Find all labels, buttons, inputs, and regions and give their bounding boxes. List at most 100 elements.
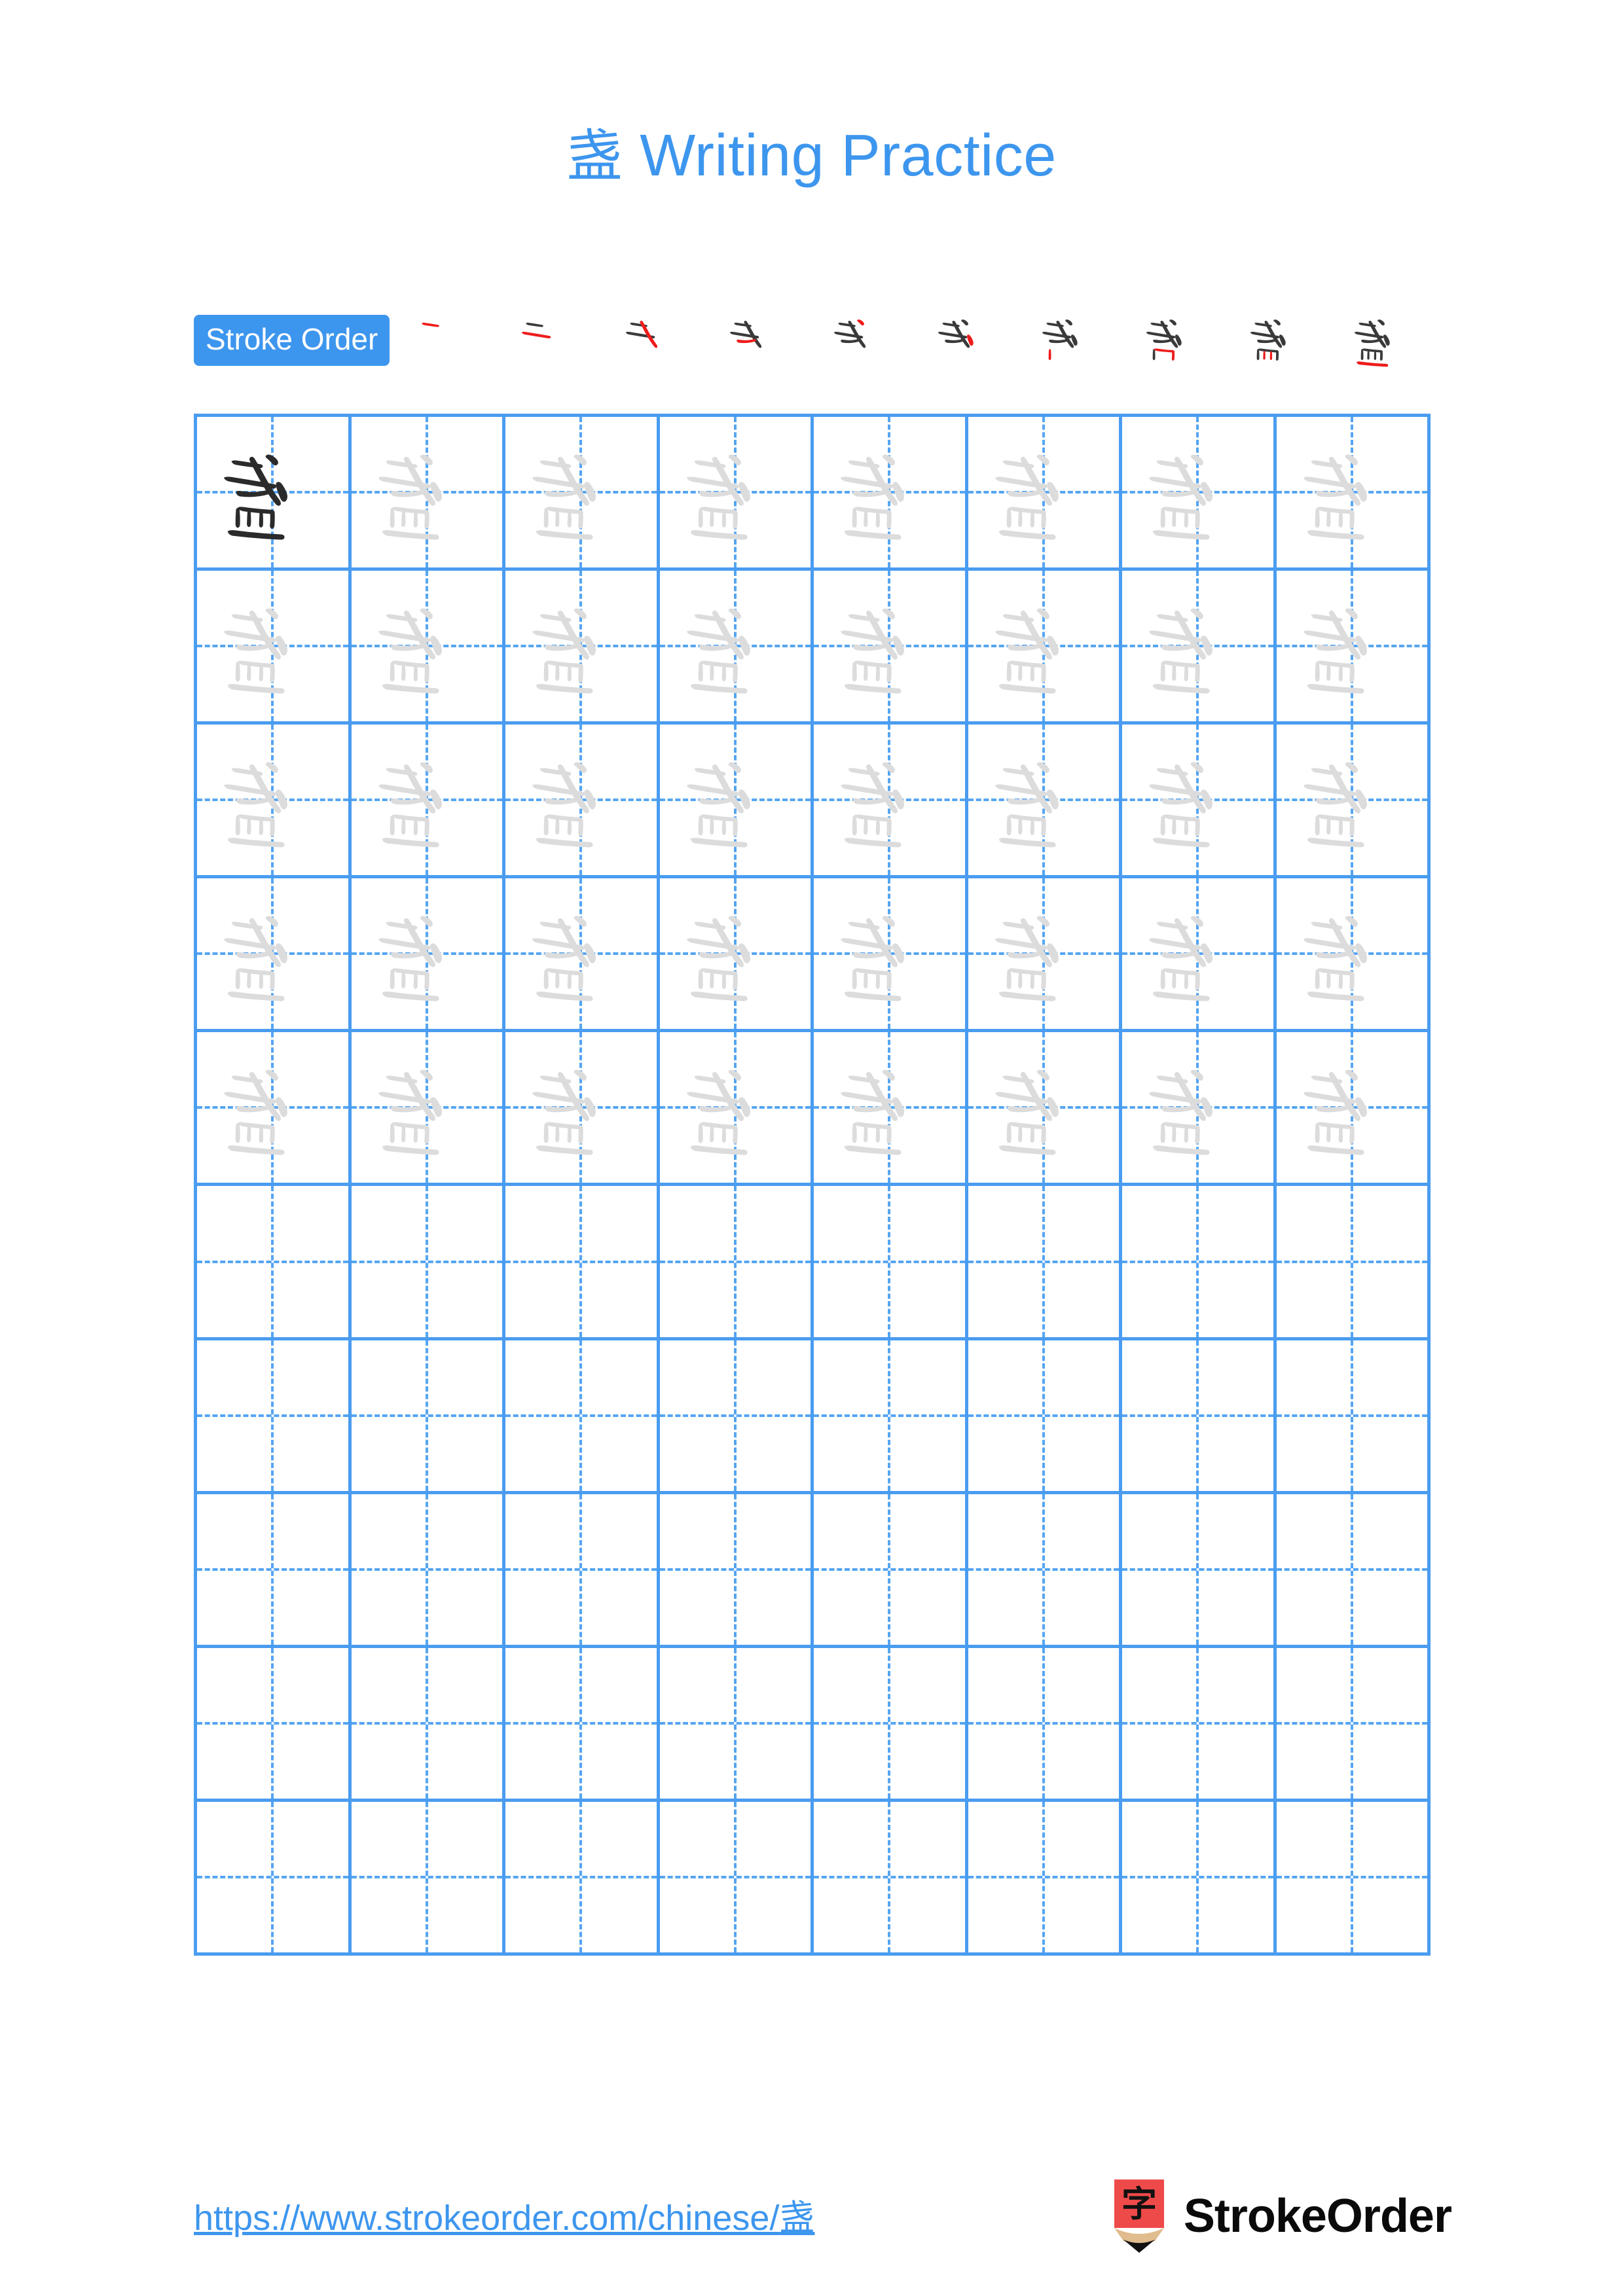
practice-cell-r1-c6[interactable] bbox=[968, 417, 1122, 571]
practice-cell-r3-c5[interactable] bbox=[814, 725, 968, 879]
practice-cell-r10-c1[interactable] bbox=[197, 1801, 352, 1956]
practice-cell-r8-c5[interactable] bbox=[814, 1494, 968, 1648]
practice-cell-r6-c7[interactable] bbox=[1122, 1186, 1277, 1340]
practice-cell-r7-c3[interactable] bbox=[505, 1340, 660, 1494]
practice-cell-r2-c2[interactable] bbox=[351, 571, 505, 725]
practice-cell-r9-c4[interactable] bbox=[659, 1647, 814, 1802]
stroke-path bbox=[690, 530, 748, 540]
practice-cell-r7-c2[interactable] bbox=[351, 1340, 505, 1494]
practice-cell-r3-c6[interactable] bbox=[968, 725, 1122, 879]
source-url-link[interactable]: https://www.strokeorder.com/chinese/盏 bbox=[194, 2189, 814, 2240]
practice-cell-r6-c4[interactable] bbox=[659, 1186, 814, 1340]
practice-cell-r3-c1[interactable] bbox=[197, 725, 352, 879]
practice-cell-r1-c2[interactable] bbox=[351, 417, 505, 571]
practice-cell-r10-c2[interactable] bbox=[351, 1801, 505, 1956]
practice-cell-r7-c8[interactable] bbox=[1276, 1340, 1431, 1494]
practice-cell-r6-c2[interactable] bbox=[351, 1186, 505, 1340]
practice-cell-r3-c7[interactable] bbox=[1122, 725, 1277, 879]
practice-cell-r6-c6[interactable] bbox=[968, 1186, 1122, 1340]
practice-cell-r6-c8[interactable] bbox=[1276, 1186, 1431, 1340]
practice-cell-r5-c3[interactable] bbox=[505, 1032, 660, 1187]
practice-cell-r2-c1[interactable] bbox=[197, 571, 352, 725]
stroke-path bbox=[1007, 490, 1042, 497]
practice-cell-r9-c6[interactable] bbox=[968, 1647, 1122, 1802]
stroke-path bbox=[700, 1122, 738, 1145]
practice-cell-r1-c5[interactable] bbox=[814, 417, 968, 571]
practice-cell-r4-c3[interactable] bbox=[505, 878, 660, 1033]
practice-cell-r10-c7[interactable] bbox=[1122, 1801, 1277, 1956]
practice-cell-r3-c4[interactable] bbox=[659, 725, 814, 879]
practice-cell-r7-c1[interactable] bbox=[197, 1340, 352, 1494]
practice-cell-r5-c2[interactable] bbox=[351, 1032, 505, 1187]
practice-cell-r4-c4[interactable] bbox=[659, 878, 814, 1033]
practice-cell-r4-c5[interactable] bbox=[814, 878, 968, 1033]
stroke-path bbox=[390, 797, 426, 805]
practice-cell-r9-c1[interactable] bbox=[197, 1647, 352, 1802]
practice-cell-r7-c4[interactable] bbox=[659, 1340, 814, 1494]
practice-cell-r10-c8[interactable] bbox=[1276, 1801, 1431, 1956]
stroke-path bbox=[844, 992, 902, 1001]
stroke-path bbox=[844, 684, 902, 694]
stroke-path bbox=[422, 323, 440, 327]
practice-cell-r8-c6[interactable] bbox=[968, 1494, 1122, 1648]
practice-cell-r9-c8[interactable] bbox=[1276, 1647, 1431, 1802]
practice-cell-r3-c3[interactable] bbox=[505, 725, 660, 879]
practice-cell-r4-c2[interactable] bbox=[351, 878, 505, 1033]
practice-cell-r2-c5[interactable] bbox=[814, 571, 968, 725]
stroke-path bbox=[265, 1070, 279, 1081]
practice-cell-r9-c2[interactable] bbox=[351, 1647, 505, 1802]
practice-cell-r3-c8[interactable] bbox=[1276, 725, 1431, 879]
practice-cell-r1-c8[interactable] bbox=[1276, 417, 1431, 571]
practice-cell-r6-c3[interactable] bbox=[505, 1186, 660, 1340]
practice-cell-r4-c7[interactable] bbox=[1122, 878, 1277, 1033]
practice-cell-r7-c6[interactable] bbox=[968, 1340, 1122, 1494]
practice-cell-r10-c6[interactable] bbox=[968, 1801, 1122, 1956]
practice-cell-r1-c7[interactable] bbox=[1122, 417, 1277, 571]
stroke-path bbox=[1315, 951, 1351, 959]
practice-cell-r4-c1[interactable] bbox=[197, 878, 352, 1033]
stroke-path bbox=[526, 323, 544, 327]
practice-cell-r8-c3[interactable] bbox=[505, 1494, 660, 1648]
stroke-path bbox=[852, 816, 857, 836]
practice-cell-r2-c3[interactable] bbox=[505, 571, 660, 725]
practice-cell-r8-c7[interactable] bbox=[1122, 1494, 1277, 1648]
practice-cell-r2-c4[interactable] bbox=[659, 571, 814, 725]
svg-text:字: 字 bbox=[1122, 2183, 1157, 2225]
practice-cell-r9-c7[interactable] bbox=[1122, 1647, 1277, 1802]
stroke-path bbox=[390, 490, 426, 497]
practice-cell-r1-c4[interactable] bbox=[659, 417, 814, 571]
trace-character bbox=[1277, 1032, 1428, 1183]
practice-cell-r3-c2[interactable] bbox=[351, 725, 505, 879]
practice-cell-r5-c1[interactable] bbox=[197, 1032, 352, 1187]
practice-cell-r1-c1[interactable] bbox=[197, 417, 352, 571]
practice-cell-r9-c5[interactable] bbox=[814, 1647, 968, 1802]
practice-cell-r4-c6[interactable] bbox=[968, 878, 1122, 1033]
practice-cell-r8-c4[interactable] bbox=[659, 1494, 814, 1648]
practice-cell-r10-c4[interactable] bbox=[659, 1801, 814, 1956]
practice-cell-r8-c2[interactable] bbox=[351, 1494, 505, 1648]
practice-cell-r5-c7[interactable] bbox=[1122, 1032, 1277, 1187]
trace-character bbox=[1122, 417, 1273, 567]
practice-cell-r5-c8[interactable] bbox=[1276, 1032, 1431, 1187]
stroke-path bbox=[544, 951, 580, 959]
practice-cell-r2-c6[interactable] bbox=[968, 571, 1122, 725]
practice-cell-r5-c6[interactable] bbox=[968, 1032, 1122, 1187]
practice-cell-r2-c8[interactable] bbox=[1276, 571, 1431, 725]
practice-cell-r6-c1[interactable] bbox=[197, 1186, 352, 1340]
practice-cell-r2-c7[interactable] bbox=[1122, 571, 1277, 725]
stroke-path bbox=[690, 838, 748, 848]
practice-cell-r7-c5[interactable] bbox=[814, 1340, 968, 1494]
practice-cell-r5-c4[interactable] bbox=[659, 1032, 814, 1187]
practice-cell-r6-c5[interactable] bbox=[814, 1186, 968, 1340]
practice-cell-r10-c5[interactable] bbox=[814, 1801, 968, 1956]
practice-cell-r4-c8[interactable] bbox=[1276, 878, 1431, 1033]
practice-cell-r10-c3[interactable] bbox=[505, 1801, 660, 1956]
practice-cell-r5-c5[interactable] bbox=[814, 1032, 968, 1187]
practice-cell-r1-c3[interactable] bbox=[505, 417, 660, 571]
practice-cell-r7-c7[interactable] bbox=[1122, 1340, 1277, 1494]
practice-cell-r9-c3[interactable] bbox=[505, 1647, 660, 1802]
practice-cell-r8-c1[interactable] bbox=[197, 1494, 352, 1648]
stroke-path bbox=[1377, 319, 1385, 326]
practice-cell-r8-c8[interactable] bbox=[1276, 1494, 1431, 1648]
stroke-path bbox=[555, 1126, 572, 1143]
